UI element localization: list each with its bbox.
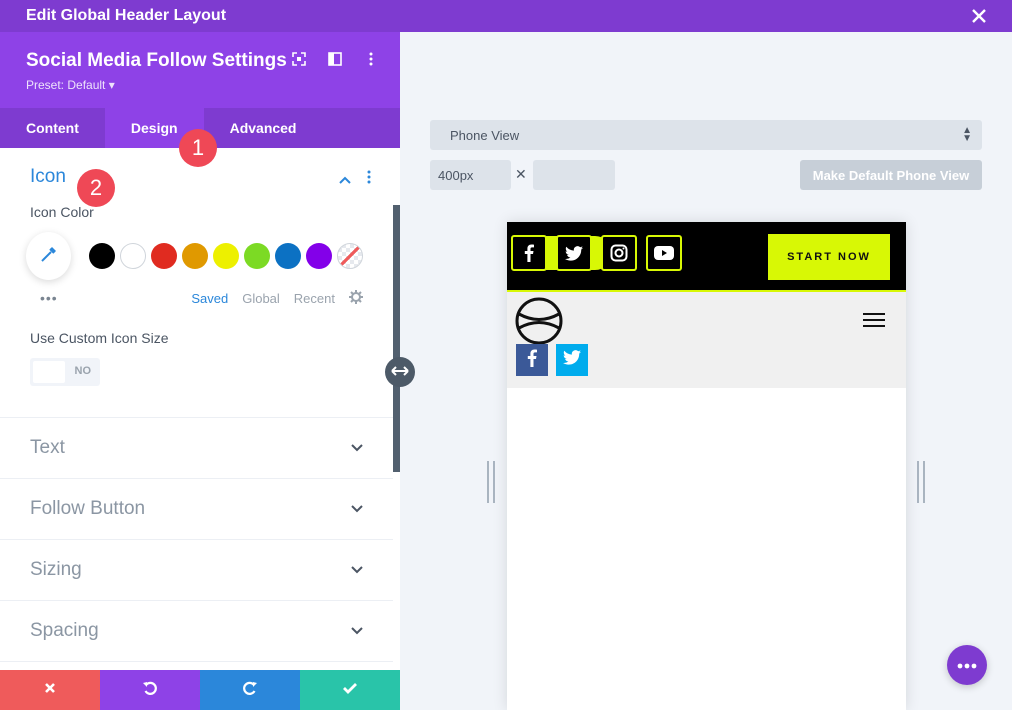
tab-content[interactable]: Content — [0, 108, 105, 148]
eyedropper-icon — [40, 245, 58, 268]
panel-scrollbar[interactable] — [393, 205, 400, 472]
dimension-separator: ✕ — [515, 166, 527, 182]
facebook-follow-button[interactable] — [516, 344, 548, 376]
undo-icon — [142, 680, 158, 701]
section-text[interactable]: Text — [0, 418, 393, 479]
twitter-icon[interactable] — [556, 235, 592, 271]
view-mode-select[interactable]: Phone View ▲ ▼ — [430, 120, 982, 150]
chevron-up-icon[interactable] — [339, 171, 351, 189]
custom-icon-size-label: Use Custom Icon Size — [30, 330, 169, 346]
youtube-icon[interactable] — [646, 235, 682, 271]
resize-arrows-icon — [390, 363, 410, 381]
section-title: Follow Button — [30, 498, 146, 519]
icon-color-label: Icon Color — [30, 204, 94, 220]
section-spacing[interactable]: Spacing — [0, 601, 393, 662]
color-swatch[interactable] — [213, 243, 239, 269]
hamburger-menu-icon[interactable] — [863, 312, 885, 333]
palette-tab-saved[interactable]: Saved — [191, 291, 228, 306]
twitter-follow-button[interactable] — [556, 344, 588, 376]
panel-content: Icon Icon Color ••• Saved Global Recent … — [0, 148, 393, 670]
custom-icon-size-toggle[interactable]: NO — [30, 358, 100, 386]
chevron-down-icon — [351, 500, 363, 518]
top-bar: Edit Global Header Layout — [0, 0, 1012, 32]
preview-resize-handle-right[interactable] — [917, 461, 925, 503]
view-mode-value: Phone View — [450, 128, 520, 143]
panel-resize-handle[interactable] — [385, 357, 415, 387]
color-swatch[interactable] — [306, 243, 332, 269]
section-title: Spacing — [30, 620, 99, 641]
panel-header: Social Media Follow Settings Preset: Def… — [0, 32, 400, 108]
preview-top-bar: START NOW — [507, 222, 906, 292]
eyedropper-button[interactable] — [26, 232, 71, 280]
color-swatch[interactable] — [151, 243, 177, 269]
color-swatch[interactable] — [244, 243, 270, 269]
page-settings-fab[interactable] — [947, 645, 987, 685]
icon-section: Icon Icon Color ••• Saved Global Recent … — [0, 148, 393, 418]
undo-button[interactable] — [100, 670, 200, 710]
select-arrows-icon: ▲ ▼ — [962, 125, 972, 144]
section-sizing[interactable]: Sizing — [0, 540, 393, 601]
color-swatches — [89, 243, 363, 269]
section-title: Sizing — [30, 559, 82, 580]
action-footer — [0, 670, 400, 710]
redo-icon — [242, 680, 258, 701]
color-swatch[interactable] — [182, 243, 208, 269]
chevron-down-icon — [351, 439, 363, 457]
sidebar-layout-icon[interactable] — [328, 52, 342, 66]
chevron-down-icon — [351, 622, 363, 640]
preset-selector[interactable]: Preset: Default ▾ — [26, 78, 374, 92]
redo-button[interactable] — [200, 670, 300, 710]
gear-icon[interactable] — [349, 290, 363, 307]
color-swatch[interactable] — [89, 243, 115, 269]
checkmark-icon — [343, 681, 357, 699]
section-title: Text — [30, 437, 65, 458]
more-options-icon[interactable] — [364, 52, 378, 66]
window-title: Edit Global Header Layout — [26, 7, 227, 24]
fullscreen-icon[interactable] — [292, 52, 306, 66]
make-default-view-button[interactable]: Make Default Phone View — [800, 160, 982, 190]
toggle-knob — [33, 361, 65, 383]
preview-width-input[interactable] — [430, 160, 511, 190]
toggle-value: NO — [74, 365, 92, 377]
tab-advanced[interactable]: Advanced — [204, 108, 323, 148]
facebook-icon[interactable] — [511, 235, 547, 271]
color-swatch[interactable] — [275, 243, 301, 269]
preview-nav — [507, 292, 906, 388]
cancel-button[interactable] — [0, 670, 100, 710]
instagram-icon[interactable] — [601, 235, 637, 271]
save-button[interactable] — [300, 670, 400, 710]
twitter-icon — [563, 350, 581, 370]
preview-height-input[interactable] — [533, 160, 615, 190]
step-marker-2: 2 — [77, 169, 115, 207]
more-colors-icon[interactable]: ••• — [40, 290, 58, 306]
close-icon — [44, 681, 56, 699]
close-icon[interactable] — [972, 5, 986, 27]
facebook-icon — [527, 349, 537, 372]
phone-preview: START NOW — [507, 222, 906, 710]
start-now-button[interactable]: START NOW — [768, 234, 890, 280]
preview-resize-handle-left[interactable] — [487, 461, 495, 503]
chevron-down-icon — [351, 561, 363, 579]
section-options-icon[interactable] — [367, 170, 371, 189]
palette-tab-global[interactable]: Global — [242, 291, 280, 306]
color-swatch[interactable] — [120, 243, 146, 269]
more-horizontal-icon — [957, 656, 977, 674]
section-follow-button[interactable]: Follow Button — [0, 479, 393, 540]
ball-logo-icon[interactable] — [515, 297, 563, 350]
palette-tab-recent[interactable]: Recent — [294, 291, 335, 306]
clear-color-swatch[interactable] — [337, 243, 363, 269]
